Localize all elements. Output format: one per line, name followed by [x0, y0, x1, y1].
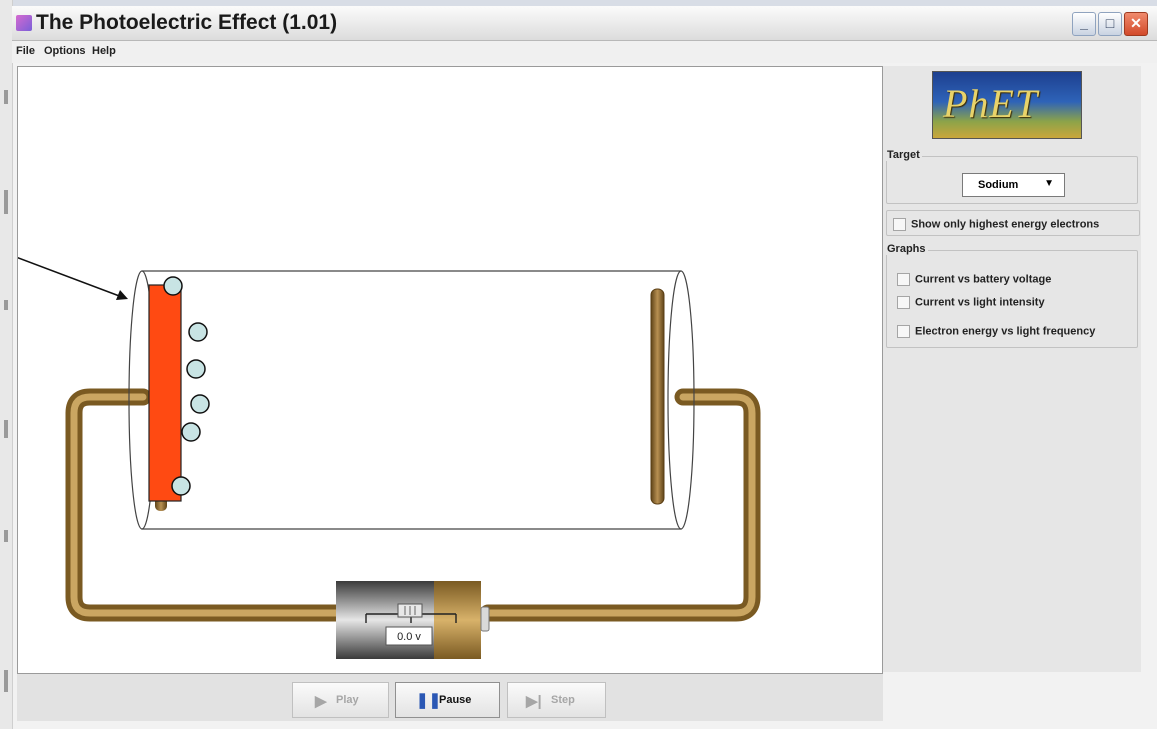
graph-option-label: Current vs battery voltage	[915, 273, 1052, 286]
checkbox-icon[interactable]	[893, 218, 906, 231]
simulation-canvas[interactable]: 0.0 v	[0, 66, 883, 674]
electron	[190, 394, 210, 414]
strip-mark	[4, 530, 8, 542]
window-titlebar[interactable]: The Photoelectric Effect (1.01) _ □ ✕	[12, 6, 1157, 41]
step-icon: ▶|	[526, 693, 542, 710]
graphs-label: Graphs	[885, 243, 928, 255]
maximize-button[interactable]: □	[1098, 12, 1122, 36]
graph-current-vs-intensity-checkbox[interactable]: Current vs light intensity	[897, 296, 1045, 312]
checkbox-icon[interactable]	[897, 296, 910, 309]
play-icon: ▶	[315, 693, 327, 710]
strip-mark	[4, 190, 8, 214]
step-button[interactable]: ▶| Step	[507, 682, 606, 718]
control-panel: PhET Target Sodium ▼ Show only highest e…	[883, 66, 1141, 672]
target-selected: Sodium	[978, 179, 1019, 191]
target-dropdown[interactable]: Sodium ▼	[962, 173, 1065, 197]
step-label: Step	[551, 694, 575, 706]
graph-option-label: Current vs light intensity	[915, 296, 1045, 309]
menu-help[interactable]: Help	[92, 45, 116, 57]
dropdown-arrow-icon: ▼	[1044, 178, 1054, 189]
checkbox-icon[interactable]	[897, 273, 910, 286]
checkbox-icon[interactable]	[897, 325, 910, 338]
phet-logo-text: PhET	[943, 81, 1039, 126]
play-label: Play	[336, 694, 359, 706]
electron	[163, 276, 183, 296]
app-icon	[16, 15, 32, 31]
playback-controls: ▶ Play ❚❚ Pause ▶| Step	[17, 674, 883, 721]
show-highest-energy-label: Show only highest energy electrons	[911, 218, 1100, 231]
electron	[181, 422, 201, 442]
play-button[interactable]: ▶ Play	[292, 682, 389, 718]
graph-current-vs-voltage-checkbox[interactable]: Current vs battery voltage	[897, 273, 1051, 289]
target-label: Target	[885, 149, 922, 161]
strip-mark	[4, 670, 8, 692]
menu-options[interactable]: Options	[44, 45, 86, 57]
electron	[188, 322, 208, 342]
show-highest-energy-checkbox[interactable]: Show only highest energy electrons	[893, 218, 1099, 234]
electron	[171, 476, 191, 496]
phet-logo[interactable]: PhET	[932, 71, 1082, 139]
menu-bar: File Options Help	[12, 41, 1157, 63]
strip-mark	[4, 90, 8, 104]
graph-energy-vs-frequency-checkbox[interactable]: Electron energy vs light frequency	[897, 325, 1095, 341]
electron	[186, 359, 206, 379]
battery-terminal	[480, 606, 490, 632]
voltage-readout: 0.0 v	[397, 631, 421, 643]
pause-button[interactable]: ❚❚ Pause	[395, 682, 500, 718]
strip-mark	[4, 420, 8, 438]
annotation-arrow	[0, 250, 128, 300]
close-button[interactable]: ✕	[1124, 12, 1148, 36]
left-background-strip	[0, 0, 13, 729]
target-plate	[148, 284, 182, 502]
graph-option-label: Electron energy vs light frequency	[915, 325, 1096, 338]
circuit-diagram: 0.0 v	[0, 250, 761, 659]
battery-cap	[434, 581, 481, 659]
battery-body	[336, 581, 434, 659]
window-title: The Photoelectric Effect (1.01)	[36, 11, 338, 34]
battery[interactable]: 0.0 v	[336, 581, 490, 659]
vacuum-tube	[128, 270, 695, 530]
strip-mark	[4, 300, 8, 310]
minimize-button[interactable]: _	[1072, 12, 1096, 36]
pause-icon: ❚❚	[416, 692, 442, 709]
menu-file[interactable]: File	[16, 45, 35, 57]
collector-plate	[650, 288, 665, 505]
pause-label: Pause	[439, 694, 472, 706]
